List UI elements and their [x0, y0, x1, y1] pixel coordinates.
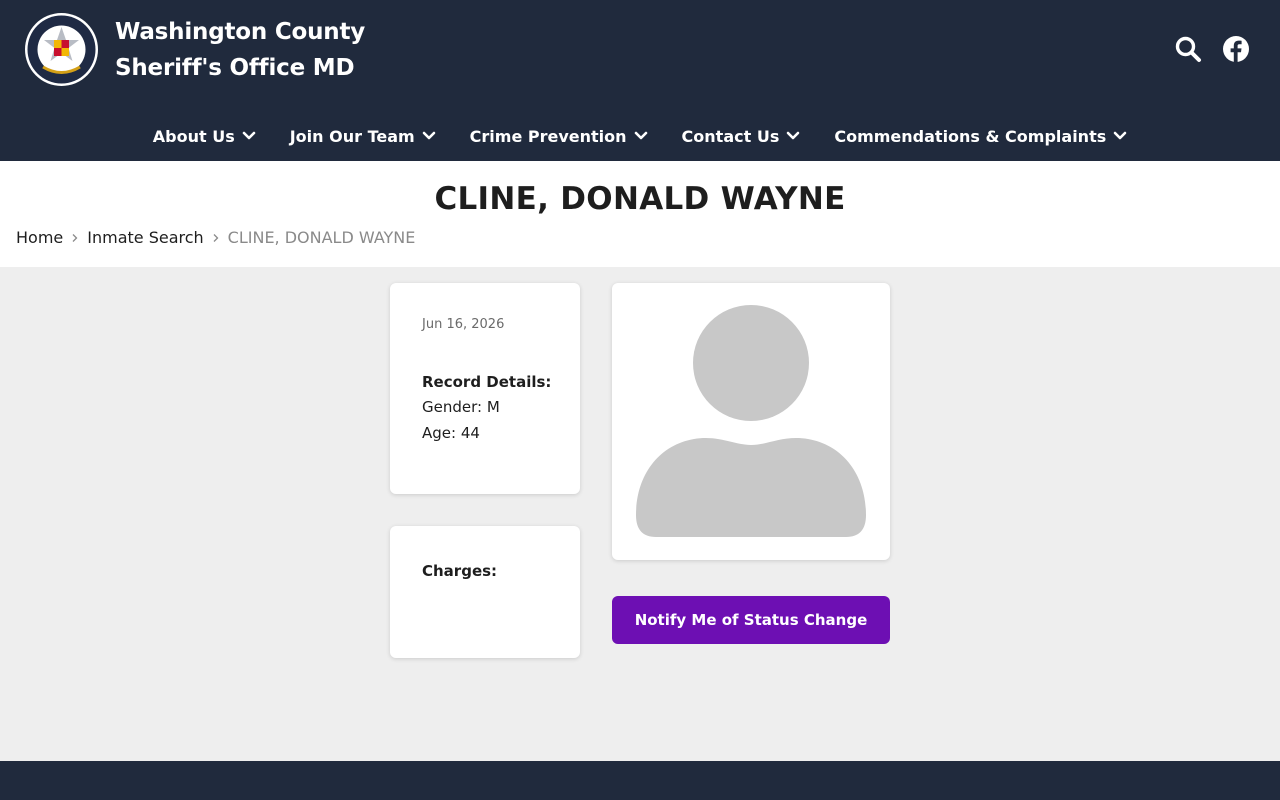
inmate-photo-card: [612, 283, 890, 560]
record-gender: Gender: M: [422, 398, 500, 416]
nav-item-contact-us[interactable]: Contact Us: [682, 120, 801, 152]
nav-item-label: About Us: [152, 126, 235, 146]
sheriff-badge-logo[interactable]: [24, 12, 99, 87]
breadcrumb-current: CLINE, DONALD WAYNE: [227, 228, 416, 247]
nav-item-crime-prevention[interactable]: Crime Prevention: [470, 120, 648, 152]
nav-item-commendations-complaints[interactable]: Commendations & Complaints: [834, 120, 1127, 152]
main-nav: About Us Join Our Team Crime Prevention …: [0, 120, 1280, 152]
chevron-down-icon: [242, 131, 256, 140]
site-title-line2: Sheriff's Office MD: [115, 55, 355, 81]
title-band: CLINE, DONALD WAYNE Home Inmate Search C…: [0, 161, 1280, 267]
breadcrumb-home[interactable]: Home: [16, 228, 63, 247]
record-details-heading: Record Details:: [422, 373, 552, 391]
record-date: Jun 16, 2026: [422, 317, 505, 332]
site-title[interactable]: Washington County Sheriff's Office MD: [115, 14, 365, 86]
nav-item-label: Crime Prevention: [469, 126, 627, 146]
record-age: Age: 44: [422, 424, 480, 442]
record-details-card: Jun 16, 2026 Record Details: Gender: M A…: [390, 283, 580, 494]
chevron-down-icon: [634, 131, 647, 140]
notify-status-change-button[interactable]: Notify Me of Status Change: [612, 596, 890, 644]
chevron-down-icon: [1113, 131, 1127, 140]
charges-heading: Charges:: [422, 562, 498, 580]
nav-item-label: Contact Us: [681, 126, 780, 146]
nav-item-label: Join Our Team: [289, 126, 415, 146]
site-header: Washington County Sheriff's Office MD Ab…: [0, 0, 1280, 161]
breadcrumb-inmate-search[interactable]: Inmate Search: [87, 228, 203, 247]
chevron-right-icon: [71, 233, 79, 243]
site-footer: [0, 761, 1280, 800]
avatar-placeholder-icon: [636, 305, 866, 537]
site-title-line1: Washington County: [115, 19, 366, 45]
nav-item-about-us[interactable]: About Us: [153, 120, 256, 152]
chevron-down-icon: [422, 131, 435, 140]
chevron-down-icon: [787, 131, 800, 140]
nav-item-join-our-team[interactable]: Join Our Team: [290, 120, 436, 152]
chevron-right-icon: [212, 233, 220, 243]
charges-card: Charges:: [390, 526, 580, 658]
facebook-icon[interactable]: [1222, 35, 1250, 63]
nav-item-label: Commendations & Complaints: [834, 126, 1107, 146]
search-icon[interactable]: [1174, 35, 1202, 63]
breadcrumb: Home Inmate Search CLINE, DONALD WAYNE: [16, 228, 415, 247]
page-title: CLINE, DONALD WAYNE: [434, 181, 846, 217]
